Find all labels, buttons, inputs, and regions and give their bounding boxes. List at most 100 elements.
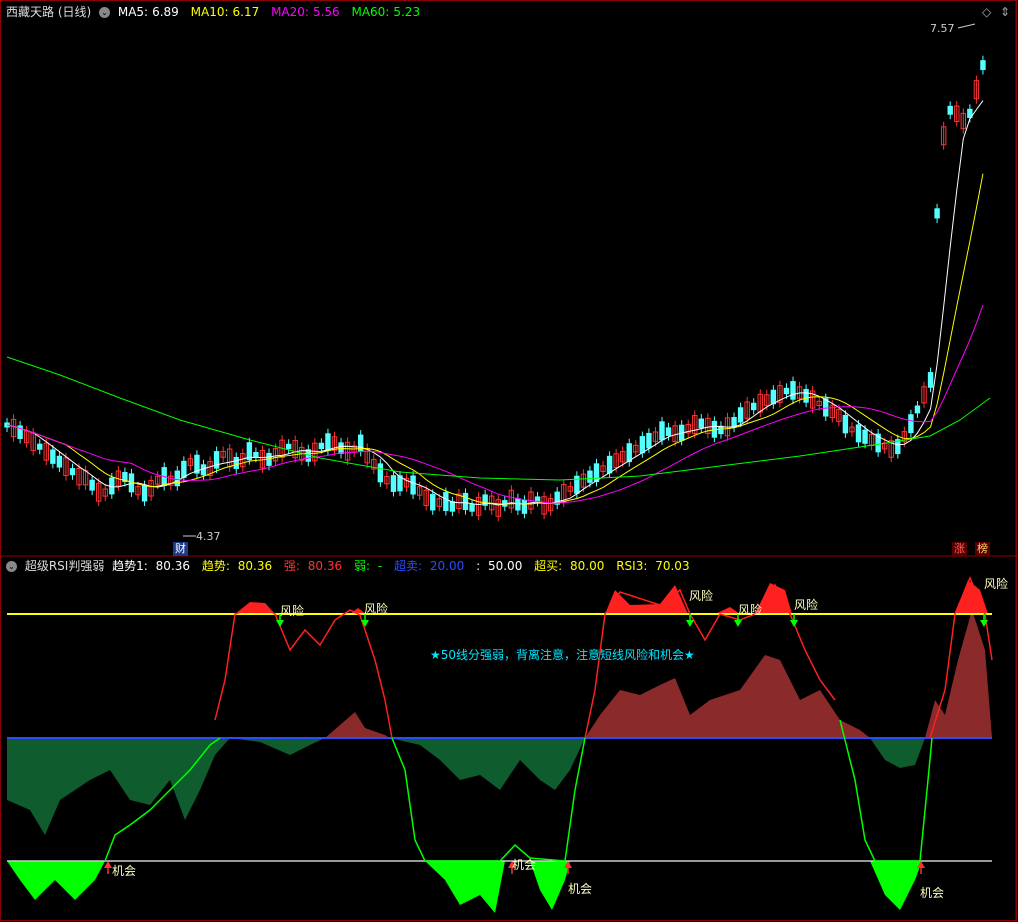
- legend-weak: 弱: -: [354, 559, 386, 573]
- ma60-value: 5.23: [393, 5, 421, 19]
- oversold-area: [425, 861, 505, 913]
- legend-value: 50.00: [487, 559, 523, 573]
- weak-area: [390, 738, 585, 790]
- candle-body: [410, 475, 416, 495]
- candle-body: [181, 460, 187, 478]
- candle-body: [521, 499, 528, 514]
- legend-value: 20.00: [429, 559, 465, 573]
- price-chart-canvas[interactable]: [0, 0, 1018, 922]
- legend-label: 弱:: [353, 559, 371, 573]
- candle-body: [842, 414, 849, 434]
- candle-body: [141, 485, 148, 502]
- risk-label: 风险: [280, 604, 305, 618]
- legend-rsi3: RSI3: 70.03: [616, 559, 693, 573]
- candle-body: [606, 455, 613, 474]
- legend-trend1: 趋势1: 80.36: [112, 559, 194, 573]
- ma60-line: [6, 356, 991, 481]
- candle-body: [443, 492, 449, 512]
- candle-body: [770, 389, 777, 405]
- expand-icon[interactable]: ⇕: [1000, 4, 1010, 20]
- candle-body: [659, 421, 665, 441]
- ma10-value: 6.17: [232, 5, 260, 19]
- candle-body: [790, 381, 796, 400]
- candle-body: [751, 402, 757, 411]
- candle-body: [947, 105, 953, 115]
- candle-body: [377, 463, 384, 483]
- indicator-note: ★50线分强弱，背离注意，注意短线风险和机会★: [430, 648, 695, 662]
- high-price-label: 7.57: [930, 22, 955, 35]
- ma10-label: MA10:: [190, 5, 229, 19]
- ma20-legend: MA20: 5.56: [271, 5, 347, 19]
- legend-value: -: [377, 559, 383, 573]
- high-pointer: [957, 23, 976, 29]
- overbought-cap: [715, 607, 740, 614]
- finance-tag[interactable]: 财: [173, 542, 188, 556]
- legend-value: 70.03: [655, 559, 690, 573]
- strong-area: [325, 712, 390, 738]
- risk-label: 风险: [738, 603, 763, 617]
- limit-up-tag[interactable]: 涨: [952, 542, 967, 556]
- candle-body: [803, 388, 809, 403]
- legend-value: 80.00: [570, 559, 605, 573]
- candle-body: [200, 464, 207, 476]
- candle-body: [174, 470, 181, 487]
- indicator-title: 超级RSI判强弱: [24, 559, 105, 573]
- candle-body: [626, 443, 632, 463]
- legend-label: 强:: [283, 559, 300, 573]
- indicator-header: ⌄ 超级RSI判强弱 趋势1: 80.36 趋势: 80.36 强: 80.36…: [6, 558, 698, 574]
- candle-body: [37, 443, 43, 450]
- low-price-label: 4.37: [196, 530, 221, 543]
- candle-body: [908, 414, 914, 434]
- chance-label: 机会: [112, 864, 137, 878]
- candle-body: [56, 455, 63, 468]
- candle-body: [325, 433, 331, 452]
- sell-arrow-icon: [276, 620, 284, 627]
- candle-body: [718, 425, 724, 435]
- ma20-value: 5.56: [312, 5, 340, 19]
- candle-body: [698, 418, 704, 429]
- candle-body: [69, 468, 76, 476]
- candle-body: [914, 405, 921, 414]
- overbought-cap: [605, 585, 688, 614]
- legend-oversold: 超卖: 20.00: [394, 559, 468, 573]
- weak-area: [230, 738, 325, 755]
- candle-body: [515, 498, 521, 511]
- stock-title: 西藏天路 (日线): [6, 5, 92, 19]
- candle-body: [318, 442, 325, 450]
- candle-body: [430, 493, 436, 511]
- candle-body: [593, 463, 600, 483]
- candle-body: [469, 504, 475, 512]
- legend-strong: 强: 80.36: [284, 559, 346, 573]
- oversold-area: [870, 861, 922, 910]
- candle-body: [587, 470, 593, 483]
- main-chart-header: 西藏天路 (日线) ⌄ MA5: 6.89 MA10: 6.17 MA20: 5.56…: [6, 4, 428, 20]
- legend-label: 趋势1:: [112, 559, 148, 573]
- candle-body: [665, 427, 672, 436]
- ranking-tag[interactable]: 榜: [975, 542, 990, 556]
- candle-body: [783, 387, 790, 395]
- risk-label: 风险: [364, 602, 389, 616]
- candle-body: [639, 436, 646, 454]
- candle-body: [449, 501, 456, 512]
- ma60-legend: MA60: 5.23: [351, 5, 424, 19]
- weak-area: [7, 738, 230, 835]
- candle-body: [862, 429, 868, 444]
- candle-body: [89, 479, 95, 491]
- ma10-legend: MA10: 6.17: [191, 5, 267, 19]
- ma20-label: MA20:: [271, 5, 309, 19]
- legend-label: RSI3:: [616, 559, 648, 573]
- legend-value: 80.36: [155, 559, 191, 573]
- indicator-collapse-icon[interactable]: ⌄: [6, 561, 17, 572]
- chart-window[interactable]: 西藏天路 (日线) ⌄ MA5: 6.89 MA10: 6.17 MA20: 5.56…: [0, 0, 1018, 922]
- weak-area: [870, 738, 925, 768]
- ma5-line: [6, 100, 984, 506]
- strong-area: [925, 610, 992, 738]
- legend-label: 超买:: [534, 559, 563, 573]
- risk-label: 风险: [794, 598, 819, 612]
- legend-trend: 趋势: 80.36: [202, 559, 276, 573]
- candle-body: [462, 492, 469, 511]
- oversold-area: [7, 861, 105, 900]
- settings-diamond-icon[interactable]: ◇: [982, 4, 991, 20]
- candle-body: [737, 407, 744, 423]
- collapse-icon[interactable]: ⌄: [99, 7, 111, 18]
